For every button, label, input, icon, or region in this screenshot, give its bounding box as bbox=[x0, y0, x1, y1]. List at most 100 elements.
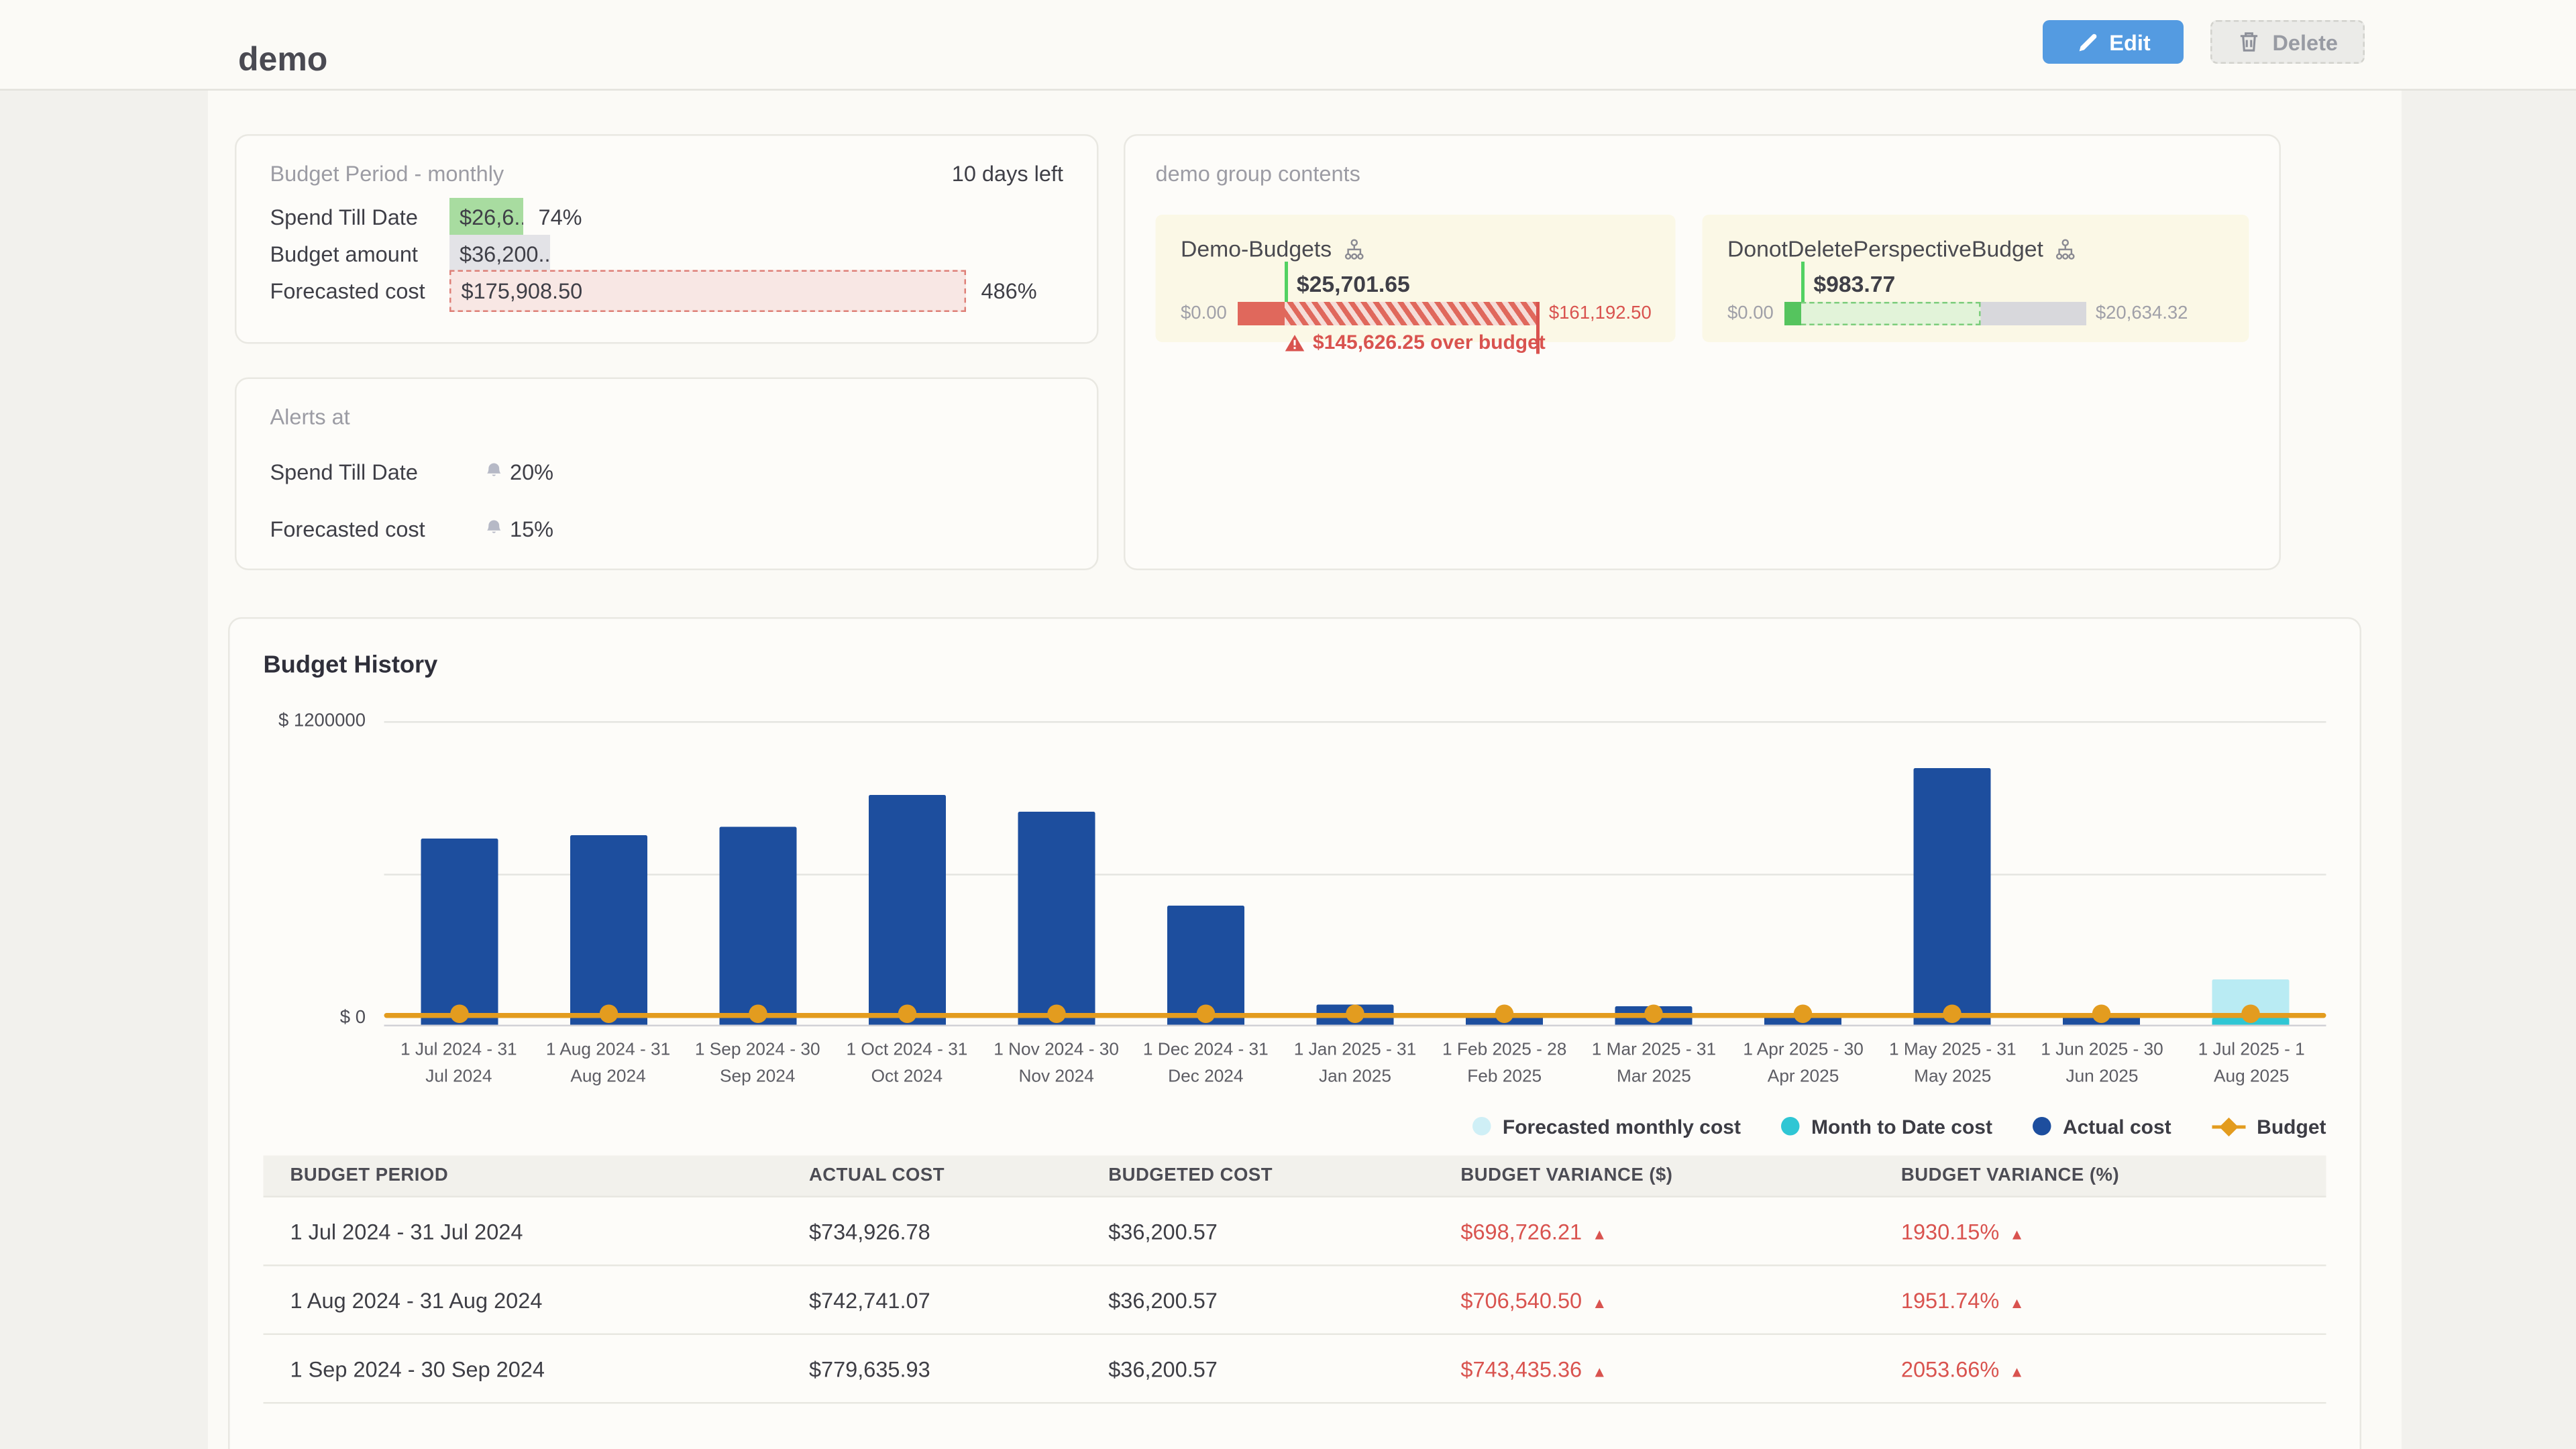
over-budget-text: $145,626.25 over budget bbox=[1313, 331, 1546, 354]
x-axis-label: 1 Jul 2024 - 31 Jul 2024 bbox=[384, 1038, 534, 1091]
x-axis-label: 1 Mar 2025 - 31 Mar 2025 bbox=[1579, 1038, 1729, 1091]
x-axis-label: 1 Dec 2024 - 31 Dec 2024 bbox=[1131, 1038, 1281, 1091]
chart-column bbox=[384, 721, 534, 1025]
up-triangle-icon: ▲ bbox=[2009, 1294, 2024, 1311]
budget-point bbox=[449, 1004, 468, 1022]
group-budget-list: Demo-Budgets $0.00 $25,701.65$145,626.25 o… bbox=[1156, 215, 2249, 342]
actual-bar bbox=[719, 826, 796, 1025]
stat-percent: 74% bbox=[539, 204, 582, 229]
actual-bar bbox=[868, 794, 945, 1024]
bar-min-label: $0.00 bbox=[1727, 304, 1774, 324]
budget-point bbox=[898, 1004, 916, 1022]
up-triangle-icon: ▲ bbox=[1592, 1225, 1607, 1242]
table-header-cell: BUDGETED COST bbox=[1081, 1155, 1434, 1197]
forecast-segment bbox=[1784, 302, 1980, 325]
table-row: 1 Jul 2024 - 31 Jul 2024$734,926.78$36,2… bbox=[264, 1197, 2326, 1266]
budget-point bbox=[1047, 1004, 1066, 1022]
x-axis-label: 1 Sep 2024 - 30 Sep 2024 bbox=[683, 1038, 833, 1091]
spend-amount-label: $25,701.65 bbox=[1297, 272, 1410, 297]
pencil-icon bbox=[2076, 31, 2098, 53]
cell-actual-cost: $779,635.93 bbox=[782, 1334, 1081, 1403]
main-content: Budget Period - monthly 10 days left Spe… bbox=[208, 91, 2402, 1449]
up-triangle-icon: ▲ bbox=[1592, 1294, 1607, 1311]
budget-period-rows: Spend Till Date$26,6...74% Budget amount$… bbox=[270, 198, 1064, 309]
cell-variance-pct: 1951.74%▲ bbox=[1874, 1265, 2326, 1334]
edit-button-label: Edit bbox=[2109, 30, 2150, 55]
budget-history-chart: $ 1200000 $ 0 1 Jul 2024 - 31 Jul 20241 … bbox=[264, 721, 2326, 1138]
delete-button-label: Delete bbox=[2272, 30, 2338, 55]
budget-history-card: Budget History $ 1200000 $ 0 1 Jul 2024 … bbox=[228, 617, 2361, 1449]
alert-row: Spend Till Date20% bbox=[270, 453, 1064, 490]
actual-bar bbox=[1914, 768, 1991, 1025]
budget-point bbox=[1943, 1004, 1962, 1022]
chart-column bbox=[2177, 721, 2326, 1025]
table-header-cell: BUDGET PERIOD bbox=[264, 1155, 782, 1197]
legend-label: Budget bbox=[2257, 1114, 2326, 1138]
legend-label: Actual cost bbox=[2063, 1114, 2171, 1138]
legend-item-mtd: Month to Date cost bbox=[1781, 1114, 1992, 1138]
chart-legend: Forecasted monthly costMonth to Date cos… bbox=[264, 1114, 2326, 1138]
trash-icon bbox=[2237, 30, 2261, 54]
x-axis-label: 1 Jun 2025 - 30 Jun 2025 bbox=[2027, 1038, 2177, 1091]
stat-label: Budget amount bbox=[270, 241, 450, 266]
summary-row: Budget Period - monthly 10 days left Spe… bbox=[235, 134, 2281, 570]
budget-point bbox=[2093, 1004, 2112, 1022]
x-axis-label: 1 Nov 2024 - 30 Nov 2024 bbox=[981, 1038, 1131, 1091]
budget-period-head: Budget Period - monthly 10 days left bbox=[270, 161, 1064, 186]
stat-value-chip: $36,200.... bbox=[449, 235, 550, 272]
budget-name-label: DonotDeletePerspectiveBudget bbox=[1727, 237, 2043, 262]
cell-budgeted-cost: $36,200.57 bbox=[1081, 1265, 1434, 1334]
group-contents-title: demo group contents bbox=[1156, 161, 2249, 186]
stat-label: Spend Till Date bbox=[270, 204, 450, 229]
mtd-legend-dot bbox=[1781, 1117, 1800, 1136]
alert-row: Forecasted cost15% bbox=[270, 510, 1064, 547]
history-table: BUDGET PERIODACTUAL COSTBUDGETED COSTBUD… bbox=[264, 1155, 2326, 1433]
alert-rows: Spend Till Date20% Forecasted cost15% bbox=[270, 453, 1064, 547]
stat-row: Forecasted cost$175,908.50486% bbox=[270, 272, 1064, 309]
budget-point bbox=[1197, 1004, 1216, 1022]
delete-button[interactable]: Delete bbox=[2210, 20, 2365, 64]
chart-column bbox=[533, 721, 683, 1025]
bar-max-label: $161,192.50 bbox=[1549, 304, 1652, 324]
table-header-row: BUDGET PERIODACTUAL COSTBUDGETED COSTBUD… bbox=[264, 1155, 2326, 1197]
cell-variance-pct: 1930.15%▲ bbox=[1874, 1197, 2326, 1266]
budget-period-title: Budget Period - monthly bbox=[270, 161, 504, 186]
legend-item-budget: Budget bbox=[2212, 1114, 2326, 1138]
x-axis-label: 1 Feb 2025 - 28 Feb 2025 bbox=[1430, 1038, 1579, 1091]
actual-bar bbox=[420, 838, 497, 1025]
chart-column bbox=[2027, 721, 2177, 1025]
spend-segment bbox=[1237, 302, 1285, 325]
remaining-segment bbox=[1980, 302, 2086, 325]
bar-min-label: $0.00 bbox=[1181, 304, 1227, 324]
page-title: demo bbox=[238, 42, 327, 81]
forecast-segment bbox=[1285, 302, 1538, 325]
cell-budgeted-cost: $36,200.57 bbox=[1081, 1334, 1434, 1403]
x-axis-label: 1 Aug 2024 - 31 Aug 2024 bbox=[533, 1038, 683, 1091]
stat-row: Spend Till Date$26,6...74% bbox=[270, 198, 1064, 235]
budget-bar-area: $0.00$983.77$20,634.32 bbox=[1727, 302, 2224, 325]
actual-bar bbox=[1018, 812, 1095, 1025]
spend-segment bbox=[1784, 302, 1802, 325]
budget-bar-area: $0.00 $25,701.65$145,626.25 over budget $1… bbox=[1181, 302, 1650, 325]
legend-label: Month to Date cost bbox=[1811, 1114, 1992, 1138]
warning-icon bbox=[1284, 333, 1304, 352]
bar-max-label: $20,634.32 bbox=[2096, 304, 2188, 324]
x-axis-label: 1 May 2025 - 31 May 2025 bbox=[1878, 1038, 2027, 1091]
chart-column bbox=[1729, 721, 1878, 1025]
x-axis-label: 1 Jul 2025 - 1 Aug 2025 bbox=[2177, 1038, 2326, 1091]
budget-point bbox=[748, 1004, 767, 1022]
edit-button[interactable]: Edit bbox=[2043, 20, 2184, 64]
budget-bar-track: $25,701.65$145,626.25 over budget bbox=[1237, 302, 1539, 325]
cell-variance-usd: $706,540.50▲ bbox=[1434, 1265, 1874, 1334]
empty-cell bbox=[782, 1403, 1081, 1433]
group-budget-name: Demo-Budgets bbox=[1181, 237, 1650, 262]
alerts-title: Alerts at bbox=[270, 405, 1064, 430]
cell-actual-cost: $742,741.07 bbox=[782, 1265, 1081, 1334]
stat-label: Forecasted cost bbox=[270, 278, 450, 303]
up-triangle-icon: ▲ bbox=[2009, 1362, 2024, 1379]
group-budget-name: DonotDeletePerspectiveBudget bbox=[1727, 237, 2224, 262]
left-column: Budget Period - monthly 10 days left Spe… bbox=[235, 134, 1099, 570]
empty-cell bbox=[1874, 1403, 2326, 1433]
budget-point bbox=[1495, 1004, 1514, 1022]
chart-xlabels: 1 Jul 2024 - 31 Jul 20241 Aug 2024 - 31 … bbox=[384, 1038, 2326, 1091]
